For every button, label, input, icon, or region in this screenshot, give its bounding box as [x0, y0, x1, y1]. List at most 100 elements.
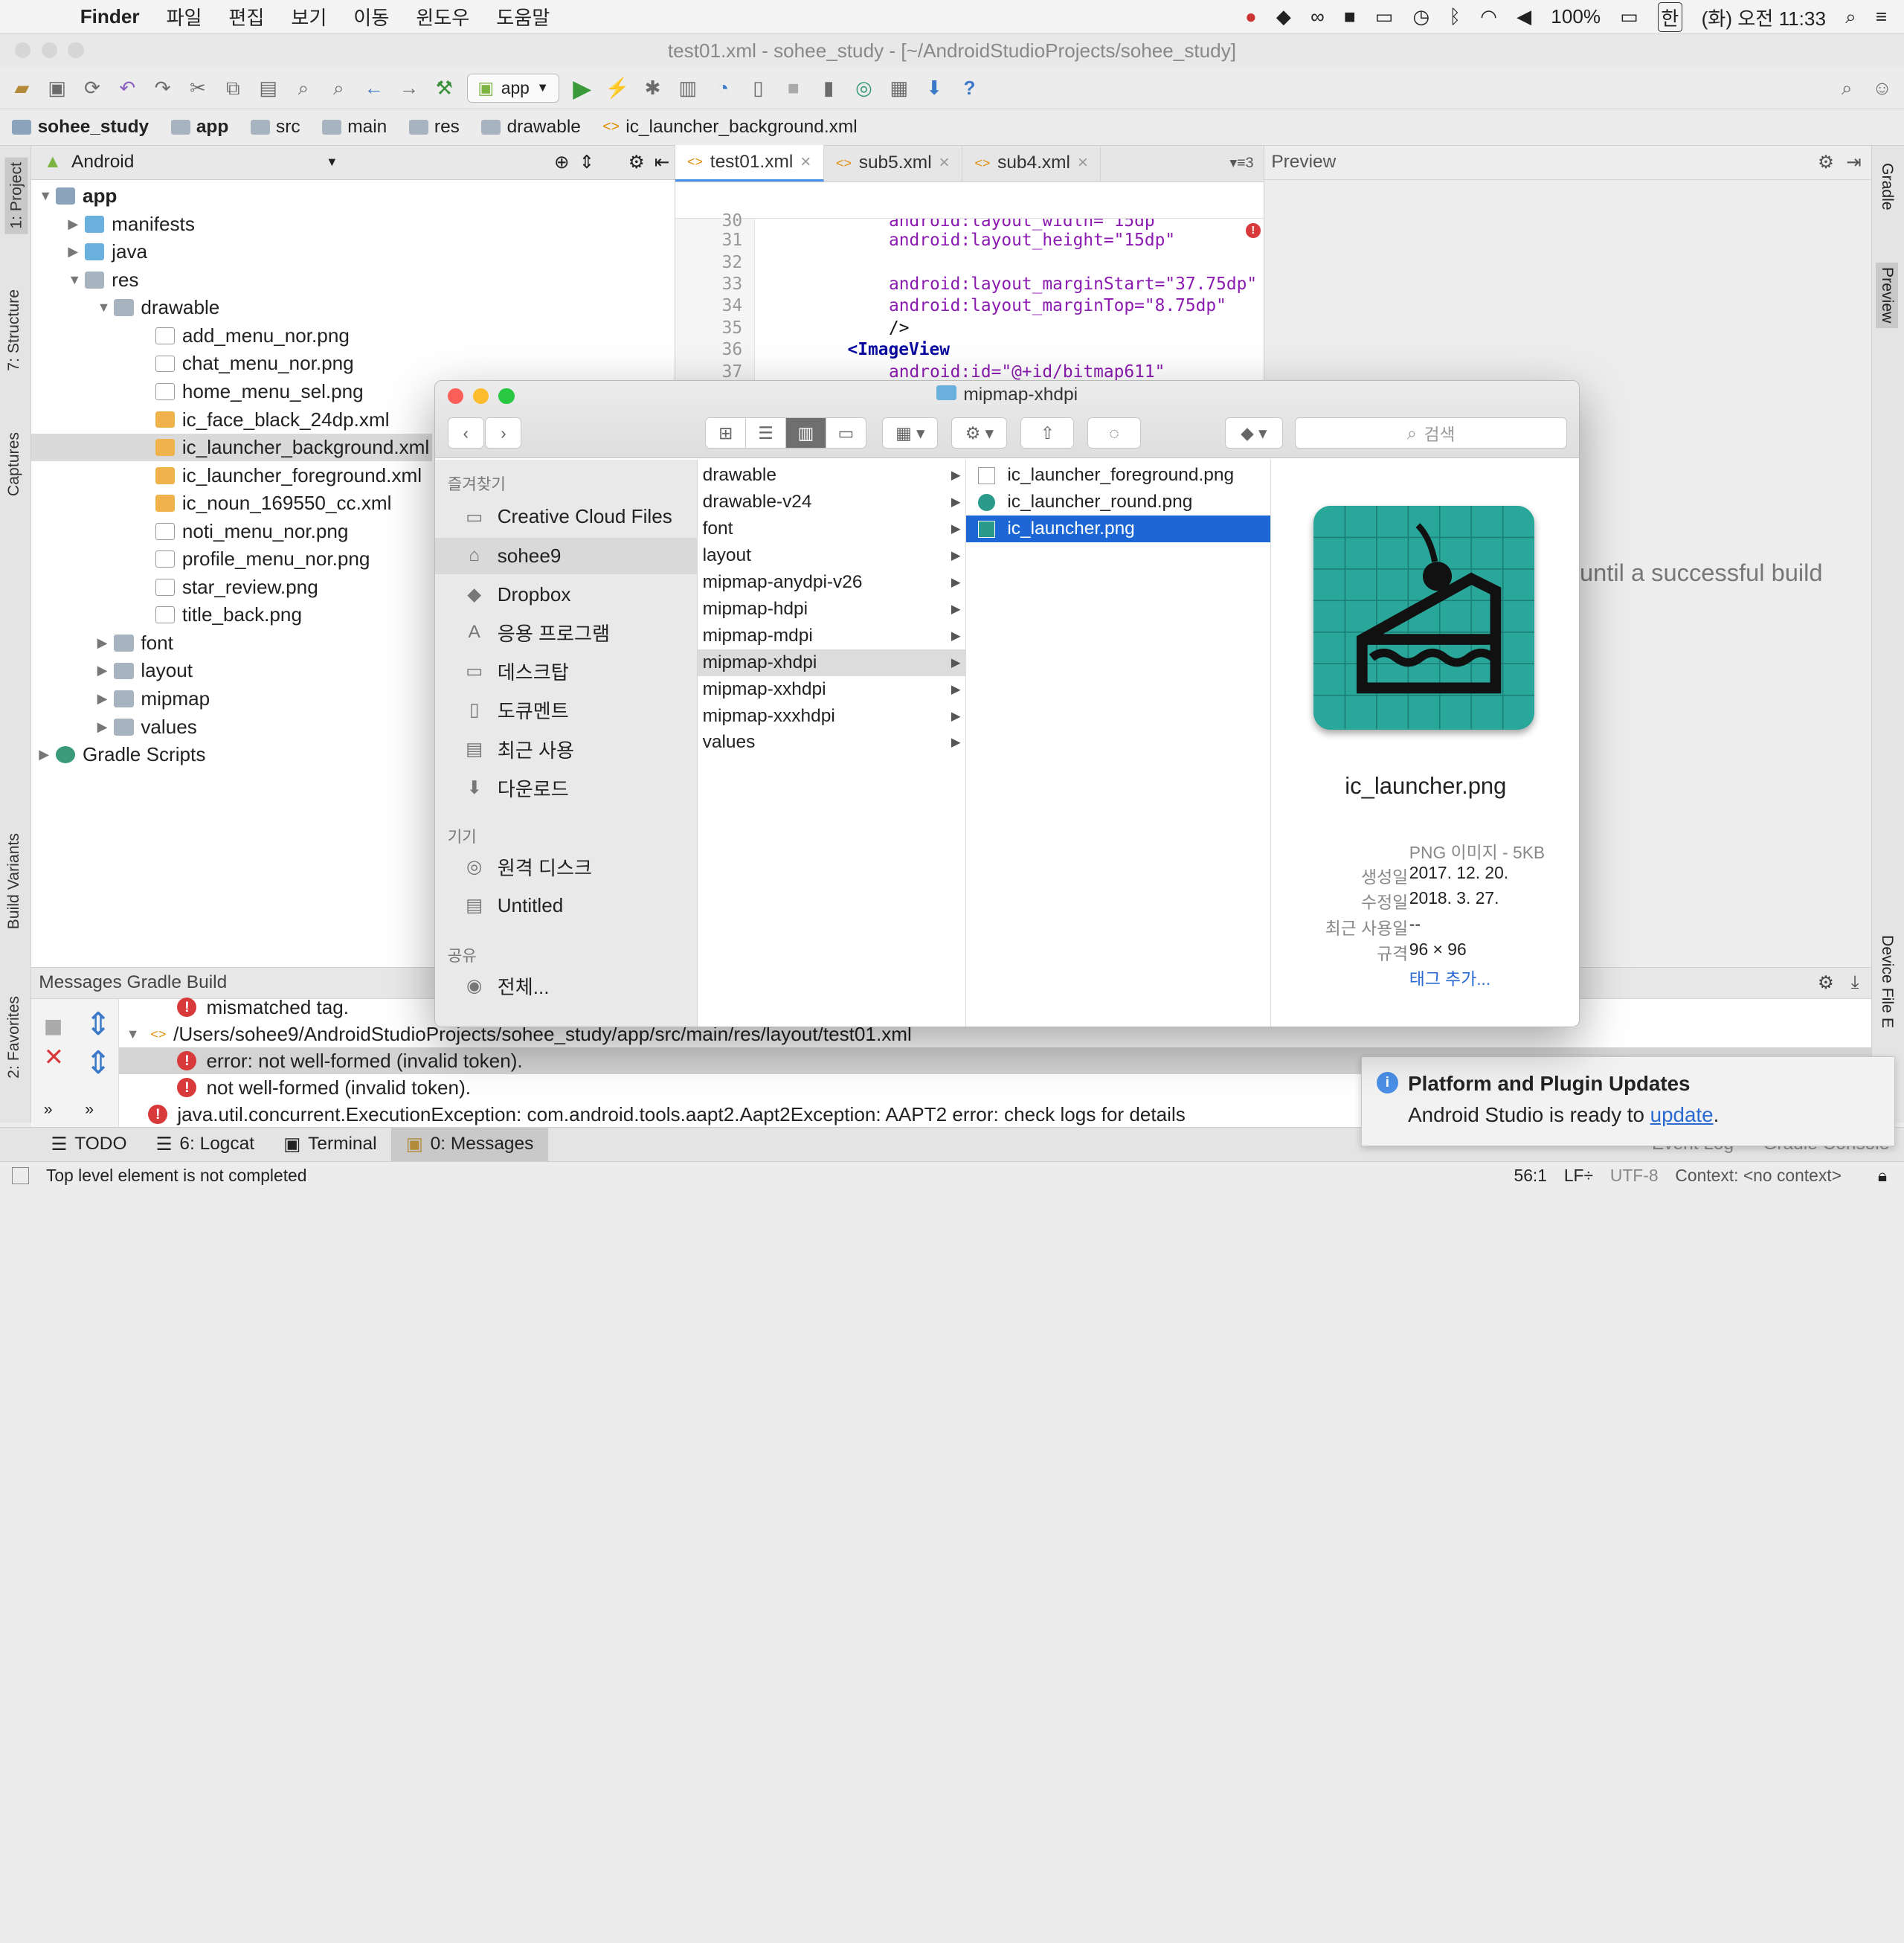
tree-item-layout[interactable]: ▶ layout	[97, 657, 193, 685]
sidebar-item-recents[interactable]: ▤ 최근 사용	[435, 730, 698, 767]
tree-item-file[interactable]: ic_launcher_foreground.xml	[155, 461, 422, 489]
line-separator[interactable]: LF÷	[1564, 1166, 1593, 1186]
wifi-icon[interactable]: ◠	[1480, 5, 1497, 28]
toggle-tool-windows-icon[interactable]	[12, 1167, 30, 1185]
breadcrumb-item[interactable]: sohee_study	[12, 117, 149, 138]
tree-item-file[interactable]: add_menu_nor.png	[155, 322, 350, 350]
menu-window[interactable]: 윈도우	[416, 2, 469, 30]
close-icon[interactable]: ×	[800, 152, 811, 173]
user-icon[interactable]: ☺	[1870, 76, 1894, 100]
sync-icon[interactable]: ⟳	[80, 76, 105, 100]
column-item[interactable]: drawable-v24 ▶	[698, 489, 965, 516]
encoding[interactable]: UTF-8	[1610, 1166, 1659, 1186]
sidebar-item-remote-disc[interactable]: ◎ 원격 디스크	[435, 849, 698, 885]
tree-item-drawable[interactable]: ▼ drawable	[97, 294, 220, 322]
hide-panel-icon[interactable]: ⤓	[1851, 972, 1859, 993]
breadcrumb-item[interactable]: <> ic_launcher_background.xml	[602, 117, 858, 138]
attach-icon[interactable]: ▯	[746, 76, 771, 100]
save-icon[interactable]: ▣	[45, 76, 69, 100]
battery-icon[interactable]: ▭	[1620, 5, 1638, 28]
tab-structure[interactable]: 7: Structure	[5, 289, 23, 371]
tab-sub4[interactable]: <> sub4.xml ×	[962, 144, 1101, 182]
finder-forward-button[interactable]: ›	[485, 417, 522, 449]
menu-file[interactable]: 파일	[166, 2, 202, 30]
tree-item-file[interactable]: ic_noun_169550_cc.xml	[155, 489, 391, 518]
project-view-select[interactable]: Android	[71, 152, 134, 173]
stop-icon[interactable]: ■	[782, 76, 806, 100]
hide-panel-icon[interactable]: ⇥	[1846, 151, 1862, 173]
tree-item-file[interactable]: ic_face_black_24dp.xml	[155, 405, 390, 434]
help-icon[interactable]: ?	[957, 76, 982, 100]
sidebar-item-documents[interactable]: ▯ 도큐멘트	[435, 692, 698, 728]
sidebar-item-untitled[interactable]: ▤ Untitled	[435, 887, 698, 924]
time-machine-icon[interactable]: ◷	[1413, 5, 1430, 28]
column-item[interactable]: mipmap-xxxhdpi ▶	[698, 703, 965, 730]
column-file-item[interactable]: ic_launcher_round.png	[966, 489, 1270, 516]
tree-item-file[interactable]: star_review.png	[155, 574, 318, 602]
column-item[interactable]: layout ▶	[698, 542, 965, 569]
column-item[interactable]: values ▶	[698, 730, 965, 757]
context[interactable]: Context: <no context>	[1675, 1166, 1842, 1186]
open-icon[interactable]: ▰	[10, 76, 34, 100]
tab-logcat[interactable]: ☰ 6: Logcat	[141, 1128, 269, 1162]
spotlight-icon[interactable]: ⌕	[1845, 5, 1856, 29]
scroll-from-source-icon[interactable]: ⊕	[554, 151, 570, 173]
make-icon[interactable]: ⚒	[432, 76, 457, 100]
search-icon[interactable]: ⌕	[1835, 76, 1859, 100]
tree-item-file[interactable]: home_menu_sel.png	[155, 378, 364, 406]
battery-percent[interactable]: 100%	[1551, 5, 1601, 28]
column-view-button[interactable]: ▥	[785, 417, 827, 449]
find-icon[interactable]: ⌕	[292, 76, 316, 100]
menu-help[interactable]: 도움말	[496, 2, 550, 30]
collapse-all-icon[interactable]: ⇕	[579, 151, 595, 173]
tree-item-mipmap[interactable]: ▶ mipmap	[97, 685, 210, 713]
tag-button[interactable]: ◌	[1087, 417, 1141, 449]
project-structure-icon[interactable]: ▦	[887, 76, 911, 100]
tree-item-font[interactable]: ▶ font	[97, 629, 173, 658]
gallery-view-button[interactable]: ▭	[825, 417, 867, 449]
dropbox-icon[interactable]: ◆	[1276, 5, 1291, 28]
tab-gradle[interactable]: Gradle	[1878, 163, 1896, 211]
apply-changes-icon[interactable]: ⚡	[605, 76, 630, 100]
tree-item-file[interactable]: title_back.png	[155, 601, 302, 629]
error-marker-icon[interactable]: !	[1246, 223, 1261, 238]
tab-build-variants[interactable]: Build Variants	[5, 833, 23, 929]
breadcrumb-item[interactable]: res	[408, 117, 460, 138]
menu-view[interactable]: 보기	[291, 2, 327, 30]
tab-terminal[interactable]: ▣ Terminal	[269, 1128, 392, 1162]
redo-icon[interactable]: ↷	[150, 76, 175, 100]
run-config-select[interactable]: ▣ app ▼	[467, 74, 559, 103]
bluetooth-icon[interactable]: ᛒ	[1449, 5, 1461, 28]
column-item[interactable]: mipmap-anydpi-v26 ▶	[698, 569, 965, 596]
tab-device-file-explorer[interactable]: Device File E	[1878, 935, 1896, 1028]
clock[interactable]: (화) 오전 11:33	[1702, 3, 1826, 31]
tab-overflow[interactable]: ▾≡ 3	[1229, 145, 1263, 182]
chevron-down-icon[interactable]: ▼	[326, 155, 338, 170]
volume-icon[interactable]: ◀	[1517, 5, 1531, 28]
column-item[interactable]: mipmap-hdpi ▶	[698, 596, 965, 623]
stop-icon[interactable]: ■	[44, 1009, 63, 1044]
menu-go[interactable]: 이동	[353, 2, 389, 30]
code-area[interactable]: android:layout_width="15dp" android:layo…	[755, 219, 1264, 389]
sidebar-item-desktop[interactable]: ▭ 데스크탑	[435, 653, 698, 690]
attach-debugger-icon[interactable]: ◔	[711, 76, 736, 100]
menu-edit[interactable]: 편집	[228, 2, 264, 30]
gear-icon[interactable]: ⚙	[1818, 972, 1834, 994]
action-gear-button[interactable]: ⚙ ▾	[951, 417, 1008, 449]
tab-test01[interactable]: <> test01.xml ×	[675, 144, 824, 182]
tree-item-file[interactable]: chat_menu_nor.png	[155, 350, 354, 378]
add-tag-link[interactable]: 태그 추가...	[1409, 965, 1490, 990]
replace-icon[interactable]: ⌕	[327, 76, 351, 100]
message-row[interactable]: ! java.util.concurrent.ExecutionException…	[148, 1101, 1186, 1128]
close-icon[interactable]: ×	[1078, 152, 1088, 173]
list-view-button[interactable]: ☰	[744, 417, 787, 449]
sidebar-item-downloads[interactable]: ⬇ 다운로드	[435, 769, 698, 806]
breadcrumb-item[interactable]: drawable	[481, 117, 581, 138]
sidebar-item-dropbox[interactable]: ◆ Dropbox	[435, 577, 698, 613]
icon-view-button[interactable]: ⊞	[704, 417, 747, 449]
column-file-item-selected[interactable]: ic_launcher.png	[965, 516, 1270, 543]
lock-icon[interactable]: 🔒︎	[1878, 1166, 1887, 1186]
finder-search-field[interactable]: ⌕ 검색	[1295, 417, 1568, 449]
message-row[interactable]: ! not well-formed (invalid token).	[177, 1074, 471, 1101]
column-item[interactable]: mipmap-xxhdpi ▶	[698, 676, 965, 703]
